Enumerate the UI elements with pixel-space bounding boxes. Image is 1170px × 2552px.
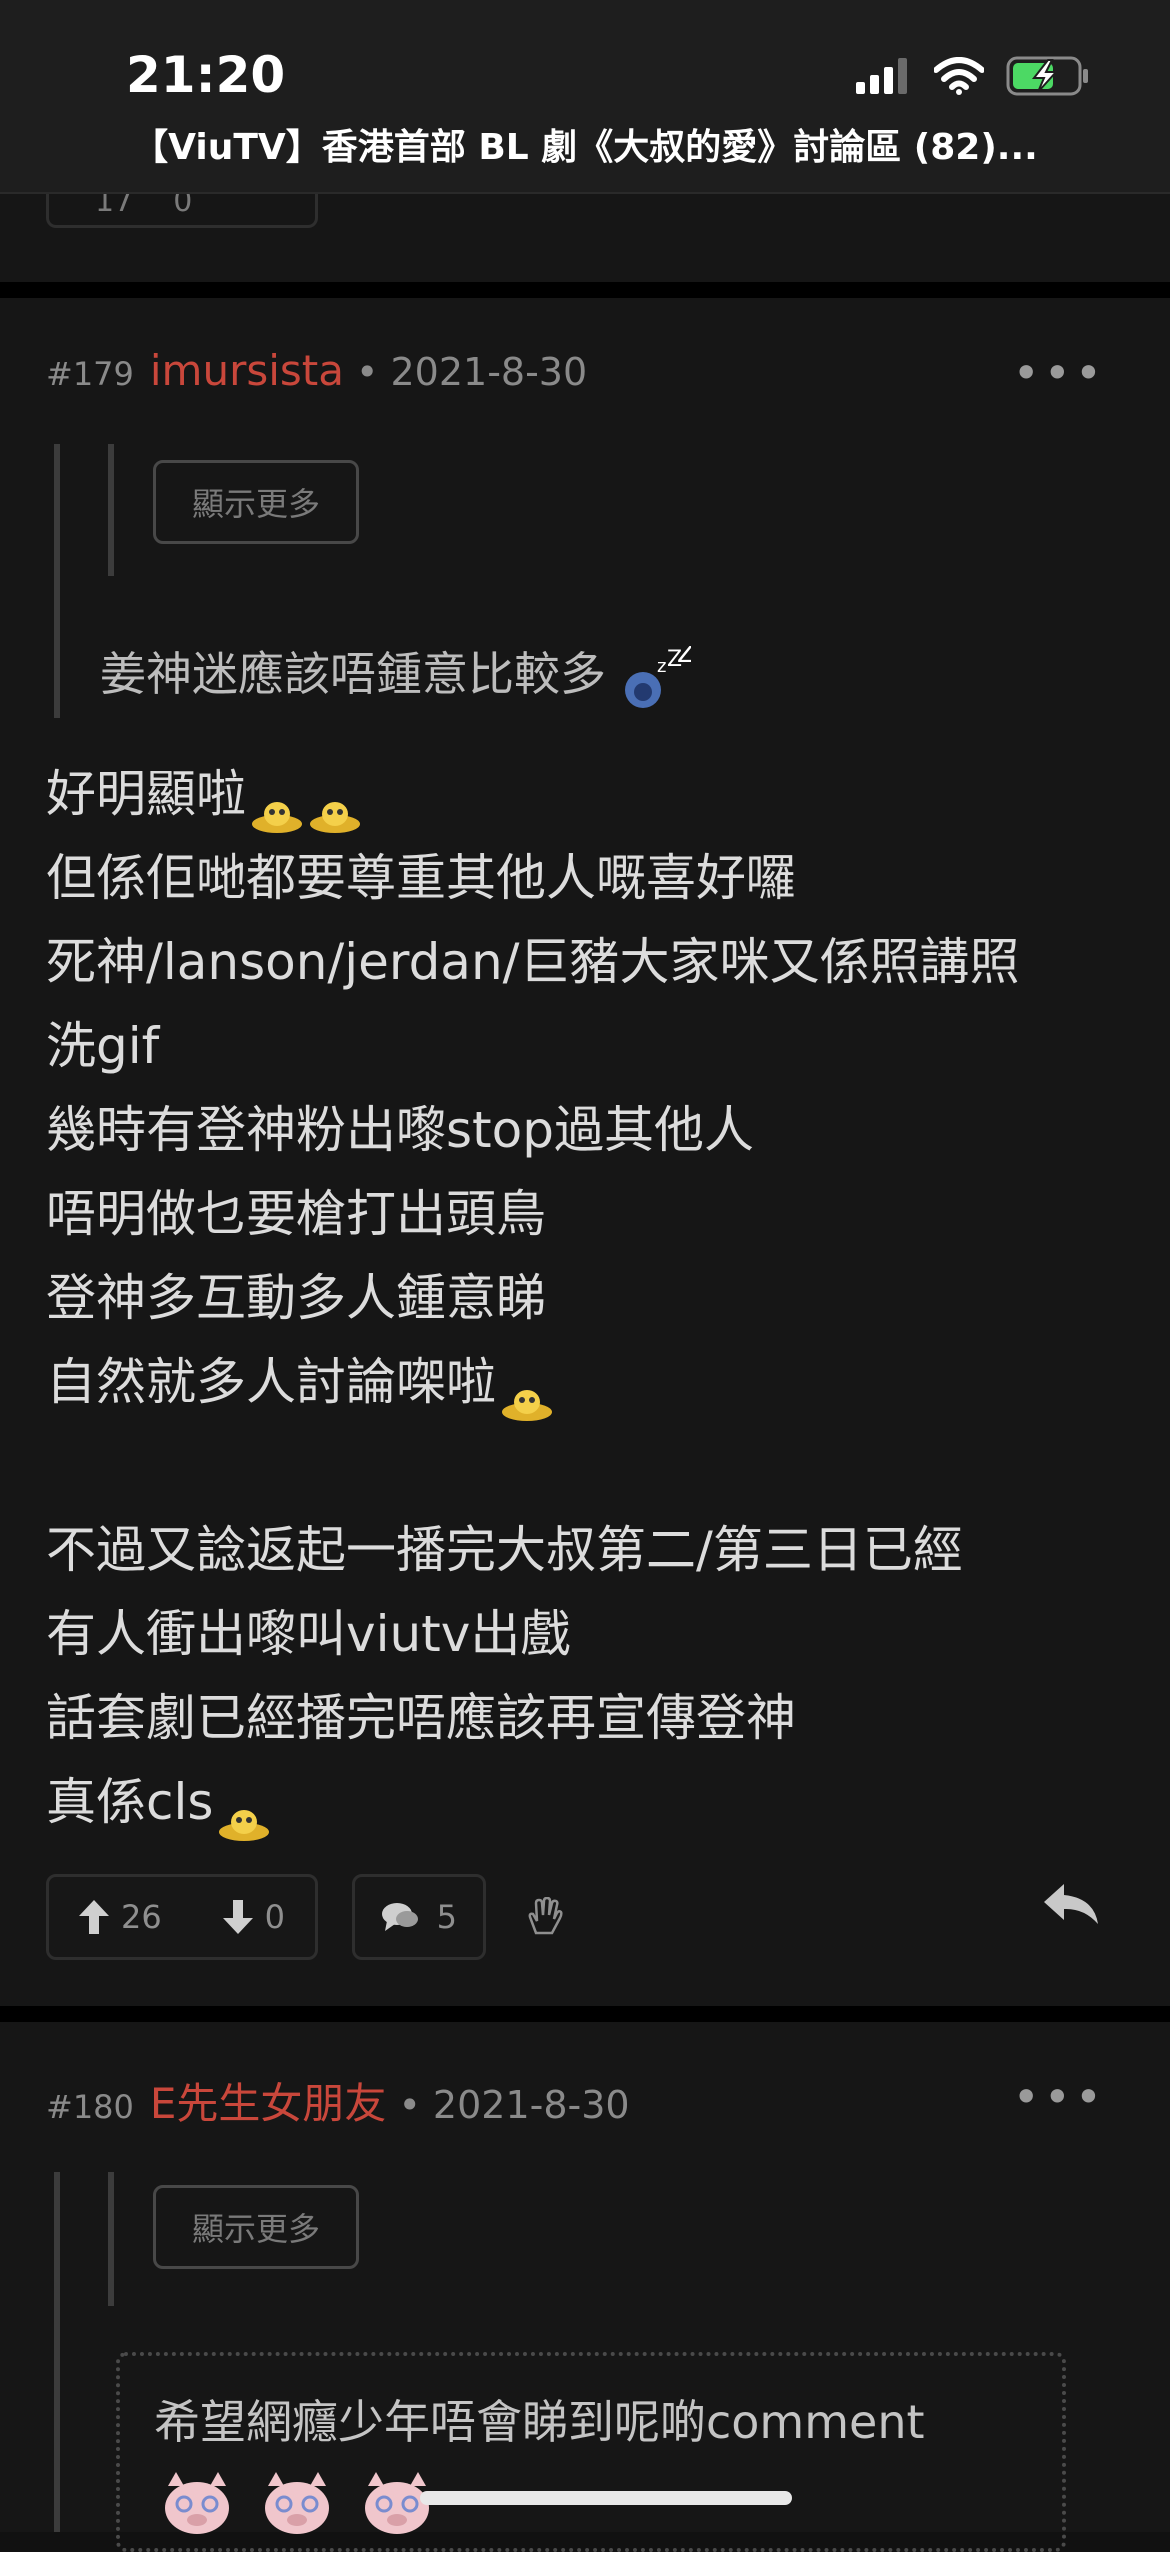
quote-bar-outer <box>54 2172 60 2532</box>
post-179: #179 imursista • 2021-8-30 ••• 顯示更多 姜神迷應… <box>0 298 1170 2006</box>
body-line: 自然就多人討論㗎啦 <box>46 1340 1020 1424</box>
post-header: #179 imursista • 2021-8-30 <box>46 346 587 395</box>
emoji-row <box>154 2466 440 2536</box>
hand-icon[interactable] <box>524 1897 564 1937</box>
show-more-button[interactable]: 顯示更多 <box>153 460 359 544</box>
comment-count: 5 <box>436 1898 457 1936</box>
comments-button[interactable]: 5 <box>352 1874 486 1960</box>
quoted-text: 姜神迷應該唔鍾意比較多 z Z Z <box>100 638 694 710</box>
ufo-emoji-icon <box>308 778 362 833</box>
post-180: #180 E先生女朋友 • 2021-8-30 ••• 顯示更多 希望網癮少年唔… <box>0 2022 1170 2552</box>
quote-bar-outer <box>54 444 60 718</box>
post-author[interactable]: imursista <box>150 346 344 395</box>
post-floor: #179 <box>46 355 134 393</box>
post-date: • 2021-8-30 <box>356 350 588 394</box>
quote-bar-inner <box>108 2172 114 2306</box>
ufo-emoji-icon <box>217 1786 271 1841</box>
previous-post-actions: 17 0 <box>0 178 1170 282</box>
upvote-arrow-icon <box>79 1900 109 1934</box>
post-action-bar: 26 0 5 <box>46 1874 564 1960</box>
pig-emoji-icon <box>165 2472 229 2534</box>
more-options-icon[interactable]: ••• <box>1013 2070 1106 2124</box>
body-line: 洗gif <box>46 1017 160 1075</box>
upvote-count: 26 <box>121 1898 162 1936</box>
thread-title: 【ViuTV】香港首部 BL 劇《大叔的愛》討論區 (82)... <box>132 127 1038 168</box>
post-separator <box>0 282 1170 298</box>
downvote-button[interactable]: 0 <box>222 1898 285 1936</box>
body-line: 唔明做乜要槍打出頭鳥 <box>46 1185 546 1243</box>
reply-icon[interactable] <box>1042 1882 1100 1926</box>
status-icons <box>856 56 1090 96</box>
pig-emoji-icon <box>265 2472 329 2534</box>
body-line: 登神多互動多人鍾意睇 <box>46 1269 546 1327</box>
upvote-button[interactable]: 26 <box>79 1898 162 1936</box>
wifi-icon <box>934 57 984 95</box>
post-header: #180 E先生女朋友 • 2021-8-30 <box>46 2070 630 2131</box>
body-line-text: 真係cls <box>46 1773 214 1831</box>
show-more-button[interactable]: 顯示更多 <box>153 2185 359 2269</box>
nested-quote-box: 希望網癮少年唔會睇到呢啲comment <box>116 2352 1066 2552</box>
post-body: 好明顯啦 但係佢哋都要尊重其他人嘅喜好囉 死神/lanson/jerdan/巨豬… <box>46 752 1020 1844</box>
post-separator <box>0 2006 1170 2022</box>
body-line: 幾時有登神粉出嚟stop過其他人 <box>46 1101 754 1159</box>
more-options-icon[interactable]: ••• <box>1013 346 1106 400</box>
body-line: 不過又諗返起一播完大叔第二/第三日已經 <box>46 1521 963 1579</box>
status-bar: 21:20 【ViuTV】香港首部 BL 劇《大叔的愛》討論區 (82)... <box>0 0 1170 194</box>
downvote-arrow-icon <box>222 1900 253 1934</box>
body-line: 真係cls <box>46 1760 1020 1844</box>
signal-icon <box>856 58 907 94</box>
svg-text:z: z <box>657 656 666 677</box>
post-date: • 2021-8-30 <box>398 2083 630 2127</box>
body-line: 好明顯啦 <box>46 752 1020 836</box>
body-line: 有人衝出嚟叫viutv出戲 <box>46 1605 571 1663</box>
vote-box: 26 0 <box>46 1874 318 1960</box>
body-line: 死神/lanson/jerdan/巨豬大家咪又係照講照 <box>46 933 1020 991</box>
ufo-emoji-icon <box>250 778 304 833</box>
nested-quote-text: 希望網癮少年唔會睇到呢啲comment <box>154 2395 925 2449</box>
ufo-emoji-icon <box>500 1366 554 1421</box>
home-indicator[interactable] <box>420 2491 792 2505</box>
body-line: 但係佢哋都要尊重其他人嘅喜好囉 <box>46 849 796 907</box>
sleeping-emoji-icon: z Z Z <box>624 639 694 708</box>
quoted-text-content: 姜神迷應該唔鍾意比較多 <box>100 647 606 701</box>
battery-charging-icon <box>1006 56 1088 96</box>
post-floor: #180 <box>46 2088 134 2126</box>
svg-text:Z: Z <box>677 646 691 669</box>
status-time: 21:20 <box>126 46 286 104</box>
body-line: 話套劇已經播完唔應該再宣傳登神 <box>46 1689 796 1747</box>
comment-bubble-icon <box>382 1903 418 1931</box>
body-line-text: 自然就多人討論㗎啦 <box>46 1353 496 1411</box>
body-line-text: 好明顯啦 <box>46 765 246 823</box>
post-author[interactable]: E先生女朋友 <box>150 2070 387 2131</box>
body-line-blank <box>46 1424 1020 1508</box>
downvote-count: 0 <box>264 1898 285 1936</box>
quote-bar-inner <box>108 444 114 576</box>
